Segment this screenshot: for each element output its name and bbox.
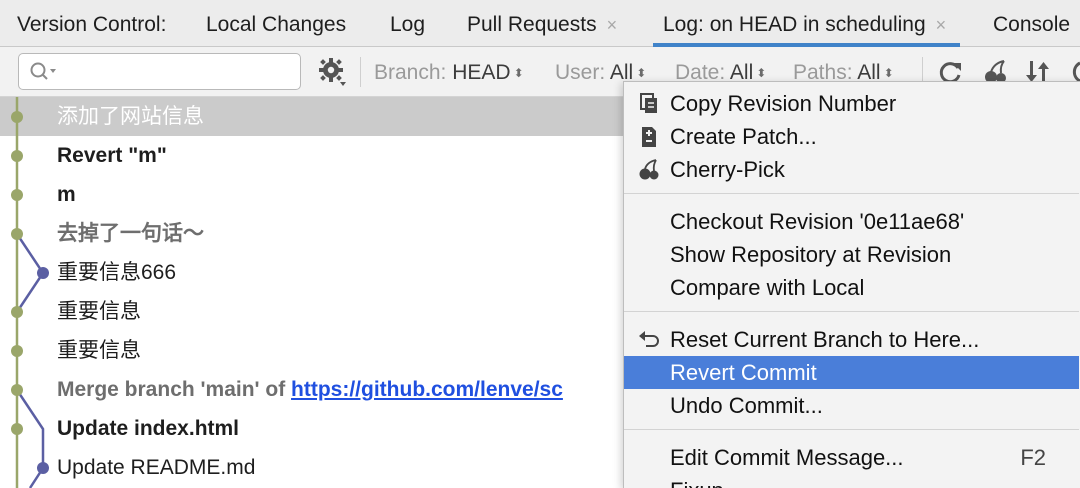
- close-icon[interactable]: ×: [936, 15, 947, 35]
- menu-separator: [624, 429, 1079, 430]
- gear-icon[interactable]: [318, 57, 348, 87]
- menu-item-label: Create Patch...: [670, 124, 817, 149]
- commit-message: Merge branch 'main' of https://github.co…: [57, 370, 563, 409]
- table-row[interactable]: m: [0, 175, 640, 214]
- commit-message: Revert "m": [57, 144, 167, 167]
- table-row[interactable]: Merge branch 'main' of https://github.co…: [0, 370, 640, 409]
- commit-node: [37, 462, 49, 474]
- commit-graph: [11, 97, 49, 488]
- tab-label: Log: [390, 13, 426, 36]
- commit-message: 去掉了一句话～: [57, 222, 204, 245]
- menu-item-cherry-pick[interactable]: Cherry-Pick: [624, 153, 1079, 186]
- tab-label: Console: [993, 13, 1071, 36]
- tab-pull-requests[interactable]: Pull Requests ×: [467, 0, 617, 47]
- tab-log-on-head[interactable]: Log: on HEAD in scheduling ×: [652, 0, 961, 47]
- menu-item-label: Checkout Revision '0e11ae68': [670, 209, 965, 234]
- commit-node: [37, 267, 49, 279]
- tab-label: Local Changes: [206, 13, 347, 36]
- menu-item-undo-commit[interactable]: Undo Commit...: [624, 389, 1079, 422]
- menu-item-label: Fixup...: [670, 474, 742, 488]
- dropdown-arrows-icon: ⬍: [883, 66, 894, 80]
- commit-node: [11, 189, 23, 201]
- branch-filter[interactable]: Branch: HEAD ⬍: [374, 47, 524, 97]
- tab-console[interactable]: Console: [993, 0, 1070, 47]
- tab-label: Pull Requests: [467, 13, 597, 36]
- menu-item-label: Edit Commit Message...: [670, 445, 904, 470]
- context-menu: Copy Revision Number Create Patch... Che…: [623, 81, 1080, 488]
- menu-item-edit-commit-message[interactable]: Edit Commit Message... F2: [624, 441, 1079, 474]
- menu-item-checkout-revision[interactable]: Checkout Revision '0e11ae68': [624, 205, 1079, 238]
- commit-message: 重要信息666: [57, 261, 177, 284]
- menu-item-label: Cherry-Pick: [670, 157, 785, 182]
- commit-message: 添加了网站信息: [57, 105, 204, 128]
- table-row[interactable]: 去掉了一句话～: [0, 214, 640, 253]
- menu-item-reset-current-branch[interactable]: Reset Current Branch to Here...: [624, 323, 1079, 356]
- commit-message-prefix: Merge branch 'main' of: [57, 378, 292, 401]
- version-control-title: Version Control:: [17, 13, 167, 36]
- menu-item-show-repository-at-revision[interactable]: Show Repository at Revision: [624, 238, 1079, 271]
- table-row[interactable]: 添加了网站信息: [0, 97, 640, 136]
- commit-node: [11, 111, 23, 123]
- dropdown-arrows-icon: ⬍: [636, 66, 647, 80]
- commit-node: [11, 306, 23, 318]
- menu-separator: [624, 193, 1079, 194]
- search-icon: [30, 62, 56, 80]
- tool-window-tab-bar: Version Control: Local Changes Log Pull …: [0, 0, 1080, 47]
- menu-item-label: Show Repository at Revision: [670, 242, 952, 267]
- vcs-log-window: Version Control: Local Changes Log Pull …: [0, 0, 1080, 488]
- copy-icon: [640, 93, 657, 113]
- table-row[interactable]: Update README.md: [0, 448, 640, 487]
- commit-node: [11, 423, 23, 435]
- menu-item-label: Reset Current Branch to Here...: [670, 327, 980, 352]
- commit-message-link[interactable]: https://github.com/lenve/sc: [291, 378, 563, 401]
- commit-message: 重要信息: [57, 300, 141, 323]
- menu-item-create-patch[interactable]: Create Patch...: [624, 120, 1079, 153]
- menu-item-fixup[interactable]: Fixup...: [624, 474, 1079, 488]
- tab-local-changes[interactable]: Local Changes: [206, 0, 346, 47]
- commit-node: [11, 150, 23, 162]
- close-icon[interactable]: ×: [607, 15, 618, 35]
- commit-message: Update README.md: [57, 456, 256, 479]
- commit-node: [11, 384, 23, 396]
- table-row[interactable]: 重要信息: [0, 331, 640, 370]
- cherry-icon: [639, 159, 659, 180]
- table-row[interactable]: 重要信息: [0, 292, 640, 331]
- menu-item-label: Copy Revision Number: [670, 91, 897, 116]
- tab-label: Log: on HEAD in scheduling: [663, 13, 926, 36]
- menu-item-compare-with-local[interactable]: Compare with Local: [624, 271, 1079, 304]
- table-row[interactable]: 重要信息666: [0, 253, 640, 292]
- commit-node: [11, 228, 23, 240]
- table-row[interactable]: Revert "m": [0, 136, 640, 175]
- user-filter-label: User:: [555, 61, 606, 84]
- menu-separator: [624, 311, 1079, 312]
- dropdown-arrows-icon: ⬍: [513, 66, 524, 80]
- menu-item-revert-commit[interactable]: Revert Commit: [624, 356, 1079, 389]
- dropdown-arrows-icon: ⬍: [756, 66, 767, 80]
- tab-log[interactable]: Log: [390, 0, 425, 47]
- branch-filter-value: HEAD: [452, 61, 511, 84]
- menu-item-copy-revision-number[interactable]: Copy Revision Number: [624, 87, 1079, 120]
- commit-message: 重要信息: [57, 339, 141, 362]
- branch-filter-label: Branch:: [374, 61, 447, 84]
- undo-arrow-icon: [639, 331, 659, 347]
- search-input[interactable]: [18, 53, 301, 90]
- menu-item-shortcut: F2: [1020, 445, 1046, 470]
- commit-message: Update index.html: [57, 417, 240, 440]
- patch-icon: [642, 127, 656, 147]
- menu-item-label: Revert Commit: [670, 360, 817, 385]
- menu-item-label: Compare with Local: [670, 275, 865, 300]
- toolbar-separator: [360, 57, 361, 87]
- table-row[interactable]: Update index.html: [0, 409, 640, 448]
- commit-node: [11, 345, 23, 357]
- menu-item-label: Undo Commit...: [670, 393, 823, 418]
